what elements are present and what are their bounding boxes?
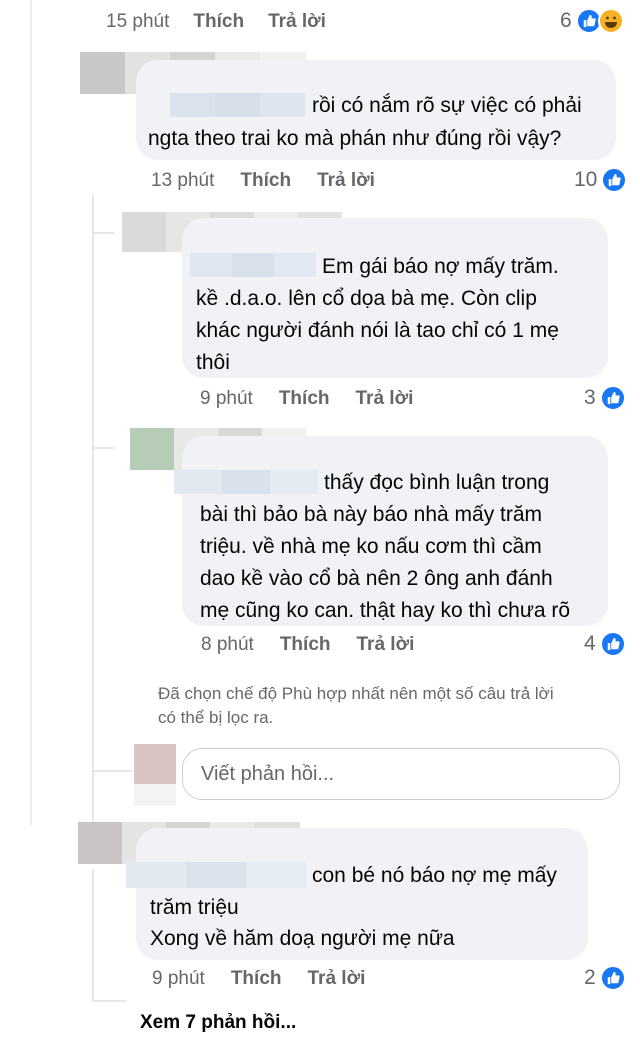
reaction-number: 4 [584, 632, 596, 655]
comment-line: thôi [196, 351, 230, 374]
comment-line: bài thì bảo bà này báo nhà mấy trăm [200, 503, 543, 526]
comment-meta: 8 phút Thích Trả lời [201, 634, 414, 656]
like-button[interactable]: Thích [193, 11, 244, 33]
author-name-blurred[interactable] [190, 253, 316, 277]
view-more-replies[interactable]: Xem 7 phản hồi... [140, 1012, 296, 1034]
reply-button[interactable]: Trả lời [308, 968, 366, 990]
reply-placeholder: Viết phản hồi... [201, 762, 335, 785]
author-name-blurred[interactable] [174, 470, 318, 494]
reaction-number: 3 [584, 386, 596, 409]
reply-button[interactable]: Trả lời [317, 170, 375, 192]
comment-meta: 15 phút Thích Trả lời [106, 11, 326, 33]
author-name-blurred[interactable] [170, 93, 305, 117]
reaction-count[interactable]: 6 [560, 8, 624, 34]
comment-line: kề .d.a.o. lên cổ dọa bà mẹ. Còn clip [196, 287, 537, 310]
comment-time[interactable]: 9 phút [152, 968, 205, 990]
comment-line: Em gái báo nợ mấy trăm. [322, 255, 559, 278]
haha-icon [597, 8, 624, 34]
thread-branch [92, 232, 114, 234]
comment-time[interactable]: 9 phút [200, 388, 253, 410]
filter-note-line: có thể bị lọc ra. [158, 708, 274, 727]
comment-time[interactable]: 8 phút [201, 634, 254, 656]
comment-meta: 9 phút Thích Trả lời [152, 968, 365, 990]
comment-line: trăm triệu [150, 896, 239, 919]
like-icon [599, 965, 626, 991]
comment-meta: 9 phút Thích Trả lời [200, 388, 413, 410]
comment-line: thấy đọc bình luận trong [324, 471, 550, 494]
comment-line: mẹ cũng ko can. thật hay ko thì chưa rõ [200, 599, 571, 622]
avatar-blurred[interactable] [134, 744, 176, 806]
comment-line: rồi có nắm rõ sự việc có phải [312, 94, 582, 117]
thread-line [92, 195, 94, 825]
reaction-count[interactable]: 4 [584, 631, 626, 657]
comment-line: con bé nó báo nợ mẹ mấy [312, 864, 557, 887]
comment-line: ngta theo trai ko mà phán như đúng rồi v… [148, 127, 562, 150]
like-icon [599, 631, 626, 657]
reply-button[interactable]: Trả lời [268, 11, 326, 33]
filter-note-line: Đã chọn chế độ Phù hợp nhất nên một số c… [158, 684, 554, 703]
like-button[interactable]: Thích [279, 388, 330, 410]
like-icon [601, 167, 628, 193]
author-name-blurred[interactable] [126, 862, 306, 888]
reply-button[interactable]: Trả lời [357, 634, 415, 656]
thread-branch [92, 1000, 126, 1002]
like-icon [599, 385, 626, 411]
reaction-number: 10 [574, 168, 598, 191]
comment-line: khác người đánh nói là tao chỉ có 1 mẹ [196, 319, 559, 342]
thread-branch [92, 447, 114, 449]
comment-line: Xong về hăm doạ người mẹ nữa [150, 927, 455, 950]
reaction-count[interactable]: 2 [584, 965, 626, 991]
like-button[interactable]: Thích [240, 170, 291, 192]
like-button[interactable]: Thích [280, 634, 331, 656]
reaction-count[interactable]: 10 [574, 167, 628, 193]
reaction-number: 6 [560, 9, 572, 32]
reaction-count[interactable]: 3 [584, 385, 626, 411]
comment-time[interactable]: 13 phút [151, 170, 214, 192]
like-button[interactable]: Thích [231, 968, 282, 990]
filter-note: Đã chọn chế độ Phù hợp nhất nên một số c… [158, 682, 554, 730]
thread-branch [92, 770, 132, 772]
reply-button[interactable]: Trả lời [356, 388, 414, 410]
comment-time[interactable]: 15 phút [106, 11, 169, 33]
comment-meta: 13 phút Thích Trả lời [151, 170, 375, 192]
thread-line [30, 0, 32, 825]
reply-input[interactable]: Viết phản hồi... [182, 748, 620, 800]
reaction-number: 2 [584, 966, 596, 989]
comment-line: triệu. về nhà mẹ ko nấu cơm thì cầm [200, 535, 542, 558]
thread-line [92, 870, 94, 1000]
comment-line: dao kề vào cổ bà nên 2 ông anh đánh [200, 567, 553, 590]
